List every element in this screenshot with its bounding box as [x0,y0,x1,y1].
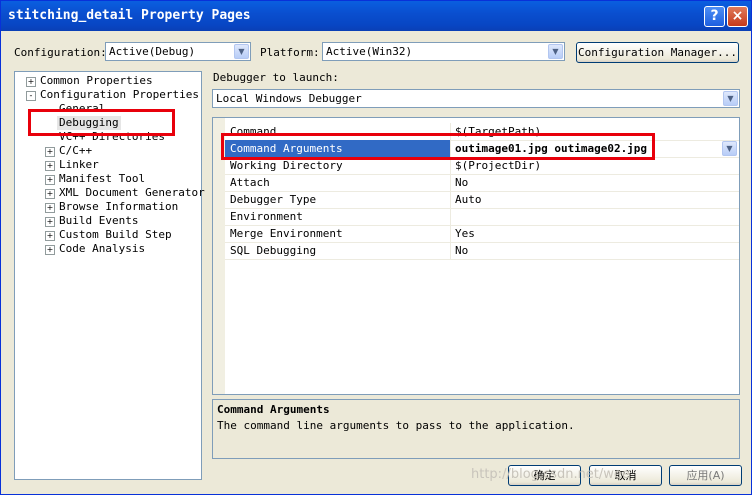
tree-expander-icon[interactable]: + [45,203,55,213]
tree-expander-icon[interactable]: + [26,77,36,87]
description-panel: Command Arguments The command line argum… [212,399,740,459]
property-value[interactable]: $(ProjectDir) [455,159,541,172]
column-divider [450,191,451,208]
tree-expander-icon[interactable]: + [45,245,55,255]
tree-expander-icon[interactable]: + [45,217,55,227]
tree-expander-icon[interactable]: + [45,147,55,157]
tree-item-code-analysis[interactable]: Code Analysis [59,242,145,256]
property-name: SQL Debugging [230,244,317,257]
debugger-label: Debugger to launch: [213,71,339,84]
property-row-attach[interactable]: Attach No [225,174,739,192]
property-value[interactable]: No [455,176,468,189]
property-row-environment[interactable]: Environment [225,208,739,226]
platform-value: Active(Win32) [326,45,413,58]
help-icon[interactable]: ? [704,6,725,27]
configuration-manager-button[interactable]: Configuration Manager... [576,42,739,63]
tree-expander-icon[interactable]: + [45,189,55,199]
property-name: Environment [230,210,303,223]
chevron-down-icon[interactable]: ▼ [234,44,249,59]
platform-dropdown[interactable]: Active(Win32) ▼ [322,42,565,61]
property-name: Attach [230,176,270,189]
property-name: Merge Environment [230,227,343,240]
debugger-dropdown[interactable]: Local Windows Debugger ▼ [212,89,740,108]
property-name: Working Directory [230,159,343,172]
watermark: http://blog.csdn.net/wee [471,467,630,482]
tree-item-custom-build-step[interactable]: Custom Build Step [59,228,172,242]
platform-label: Platform: [260,46,320,59]
configuration-label: Configuration: [14,46,107,59]
description-text: The command line arguments to pass to th… [217,419,575,432]
chevron-down-icon[interactable]: ▼ [723,91,738,106]
tree-expander-icon[interactable]: - [26,91,36,101]
column-divider [450,225,451,242]
tree-item-browse-information[interactable]: Browse Information [59,200,178,214]
property-row-debugger-type[interactable]: Debugger Type Auto [225,191,739,209]
tree-expander-icon[interactable]: + [45,161,55,171]
property-value[interactable]: Yes [455,227,475,240]
column-divider [450,174,451,191]
tree-item-build-events[interactable]: Build Events [59,214,138,228]
tree-expander-icon[interactable]: + [45,175,55,185]
apply-button[interactable]: 应用(A) [669,465,742,486]
property-pages-window: stitching_detail Property Pages ? × Conf… [0,0,752,495]
chevron-down-icon[interactable]: ▼ [548,44,563,59]
property-row-sql-debugging[interactable]: SQL Debugging No [225,242,739,260]
tree-item-linker[interactable]: Linker [59,158,99,172]
column-divider [450,208,451,225]
tree-item-xml-document-generator[interactable]: XML Document Generator [59,186,205,200]
tree-item-manifest-tool[interactable]: Manifest Tool [59,172,145,186]
tree-expander-icon[interactable]: + [45,231,55,241]
column-divider [450,242,451,259]
property-row-merge-environment[interactable]: Merge Environment Yes [225,225,739,243]
configuration-value: Active(Debug) [109,45,196,58]
configuration-dropdown[interactable]: Active(Debug) ▼ [105,42,251,61]
window-title: stitching_detail Property Pages [8,8,251,23]
debugger-value: Local Windows Debugger [216,92,362,105]
description-title: Command Arguments [217,403,330,416]
tree-item-common-properties[interactable]: Common Properties [40,74,153,88]
title-bar[interactable]: stitching_detail Property Pages ? × [1,1,751,31]
property-name: Debugger Type [230,193,317,206]
close-icon[interactable]: × [727,6,748,27]
command-arguments-dropdown[interactable]: ▼ [719,140,738,157]
property-value[interactable]: No [455,244,468,257]
property-value[interactable]: Auto [455,193,482,206]
chevron-down-icon[interactable]: ▼ [722,141,737,156]
tree-item-c-cpp[interactable]: C/C++ [59,144,92,158]
tree-item-configuration-properties[interactable]: Configuration Properties [40,88,199,102]
highlight-box-command-arguments [221,133,655,160]
highlight-box-debugging [28,109,175,136]
